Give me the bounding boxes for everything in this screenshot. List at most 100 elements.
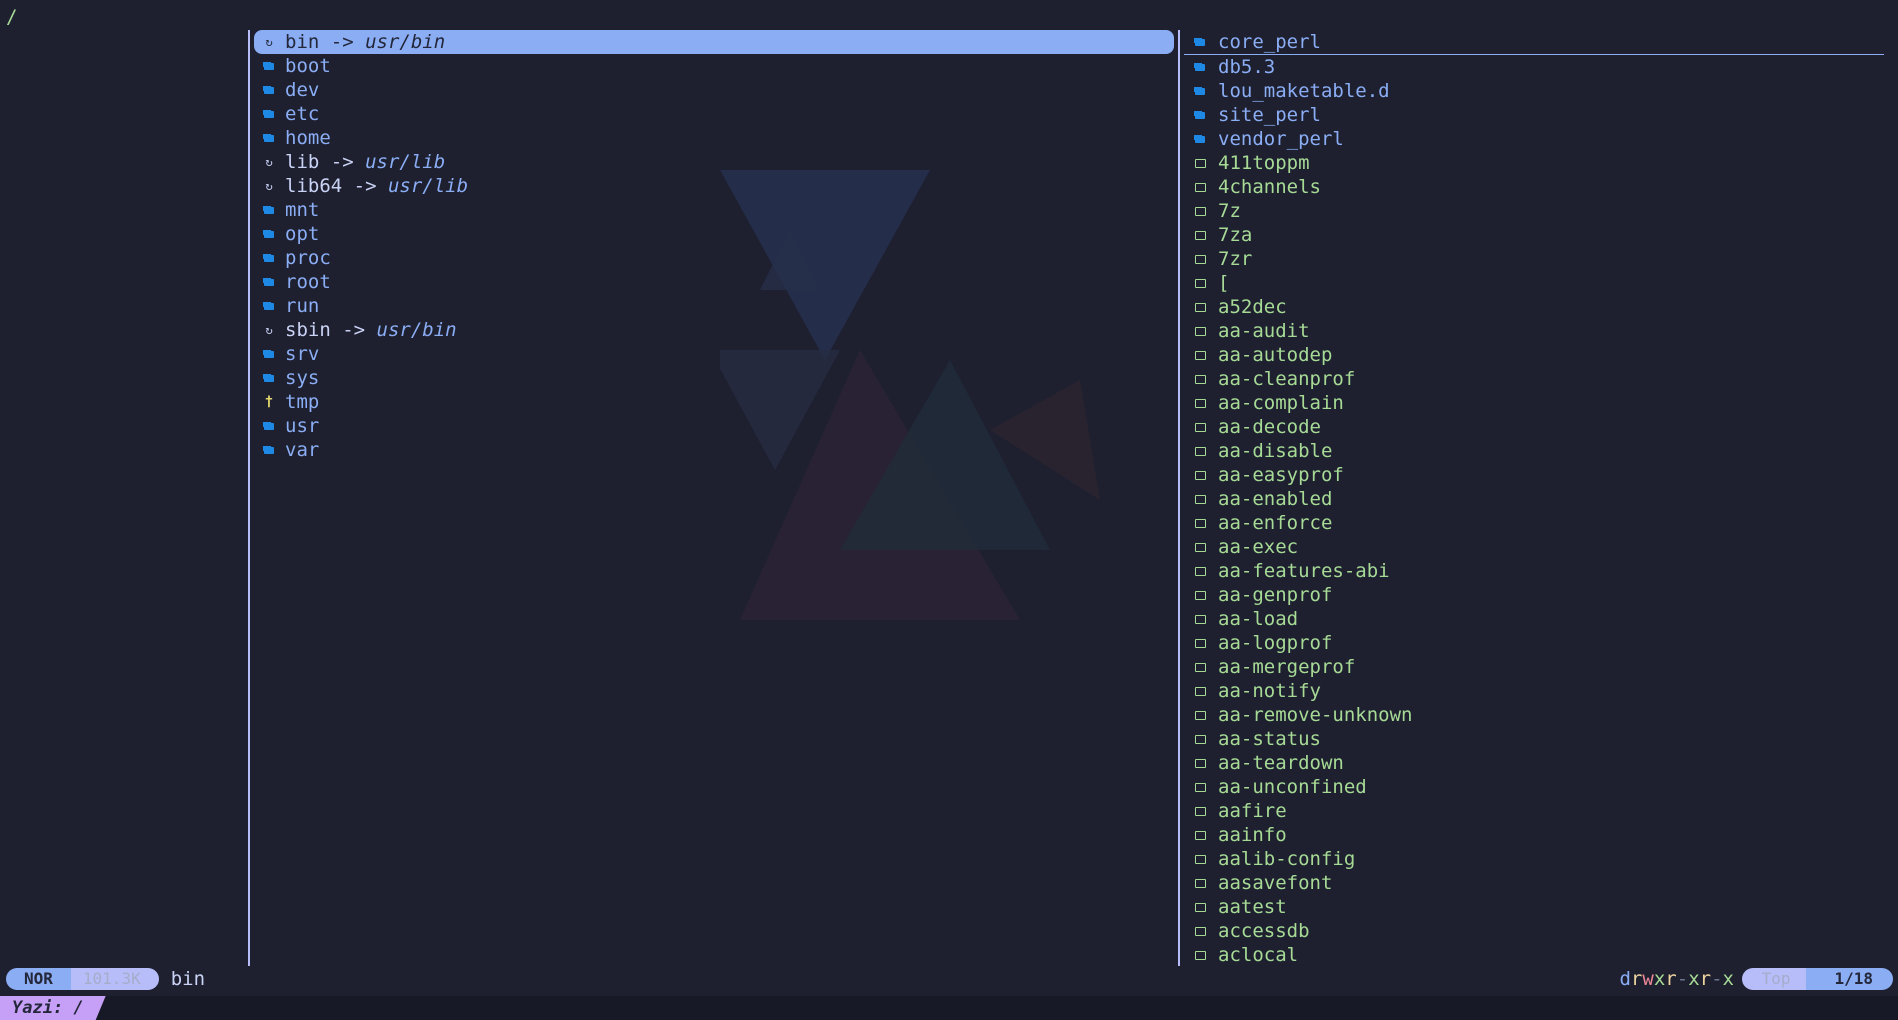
symlink-icon xyxy=(263,174,275,198)
pane-divider-left xyxy=(248,30,250,966)
file-entry-lib[interactable]: lib -> usr/lib xyxy=(254,150,1174,174)
preview-file-name: [ xyxy=(1218,272,1230,294)
file-entry-home[interactable]: home xyxy=(254,126,1174,150)
preview-file-name: aa-mergeprof xyxy=(1218,656,1356,678)
preview-entry-accessdb[interactable]: accessdb xyxy=(1184,919,1884,943)
executable-file-icon xyxy=(1194,391,1206,415)
preview-entry-core_perl[interactable]: core_perl xyxy=(1184,30,1884,55)
preview-file-name: aa-cleanprof xyxy=(1218,368,1356,390)
preview-entry-aa-cleanprof[interactable]: aa-cleanprof xyxy=(1184,367,1884,391)
pin-icon xyxy=(263,390,275,414)
preview-entry-aa-mergeprof[interactable]: aa-mergeprof xyxy=(1184,655,1884,679)
file-entry-bin[interactable]: bin -> usr/bin xyxy=(254,30,1174,54)
preview-entry-vendor_perl[interactable]: vendor_perl xyxy=(1184,127,1884,151)
position-indicator: Top 1/18 xyxy=(1741,968,1893,990)
preview-file-name: aa-teardown xyxy=(1218,752,1344,774)
preview-entry-aa-easyprof[interactable]: aa-easyprof xyxy=(1184,463,1884,487)
preview-entry-aatest[interactable]: aatest xyxy=(1184,895,1884,919)
preview-entry-aa-enabled[interactable]: aa-enabled xyxy=(1184,487,1884,511)
preview-entry-aa-teardown[interactable]: aa-teardown xyxy=(1184,751,1884,775)
file-entry-run[interactable]: run xyxy=(254,294,1174,318)
file-name: run xyxy=(285,295,320,317)
preview-entry-aa-audit[interactable]: aa-audit xyxy=(1184,319,1884,343)
executable-file-icon xyxy=(1194,343,1206,367)
file-entry-var[interactable]: var xyxy=(254,438,1174,462)
preview-entry-4channels[interactable]: 4channels xyxy=(1184,175,1884,199)
preview-entry-aclocal[interactable]: aclocal xyxy=(1184,943,1884,967)
preview-entry-aa-autodep[interactable]: aa-autodep xyxy=(1184,343,1884,367)
preview-entry-aa-complain[interactable]: aa-complain xyxy=(1184,391,1884,415)
permission-char: r xyxy=(1630,968,1643,990)
preview-entry-aa-remove-unknown[interactable]: aa-remove-unknown xyxy=(1184,703,1884,727)
preview-file-name: aainfo xyxy=(1218,824,1287,846)
mode-indicator: NOR xyxy=(6,968,71,990)
preview-entry-aalib-config[interactable]: aalib-config xyxy=(1184,847,1884,871)
file-entry-sbin[interactable]: sbin -> usr/bin xyxy=(254,318,1174,342)
file-name: sys xyxy=(285,367,320,389)
file-entry-tmp[interactable]: tmp xyxy=(254,390,1174,414)
preview-file-name: aa-load xyxy=(1218,608,1299,630)
file-entry-dev[interactable]: dev xyxy=(254,78,1174,102)
preview-entry-aa-genprof[interactable]: aa-genprof xyxy=(1184,583,1884,607)
folder-icon xyxy=(263,222,275,246)
file-entry-sys[interactable]: sys xyxy=(254,366,1174,390)
symlink-target: usr/lib xyxy=(387,175,469,197)
preview-file-name: aa-autodep xyxy=(1218,344,1333,366)
folder-icon xyxy=(263,78,275,102)
file-name: var xyxy=(285,439,320,461)
preview-file-name: vendor_perl xyxy=(1218,128,1344,150)
preview-entry-aa-notify[interactable]: aa-notify xyxy=(1184,679,1884,703)
current-path-header: / xyxy=(6,6,18,28)
preview-entry-aa-load[interactable]: aa-load xyxy=(1184,607,1884,631)
preview-entry-aa-enforce[interactable]: aa-enforce xyxy=(1184,511,1884,535)
executable-file-icon xyxy=(1194,607,1206,631)
preview-entry-aa-status[interactable]: aa-status xyxy=(1184,727,1884,751)
preview-entry-aa-logprof[interactable]: aa-logprof xyxy=(1184,631,1884,655)
permission-char: - xyxy=(1676,968,1689,990)
file-entry-srv[interactable]: srv xyxy=(254,342,1174,366)
preview-file-name: aa-enabled xyxy=(1218,488,1333,510)
preview-entry-lou_maketable.d[interactable]: lou_maketable.d xyxy=(1184,79,1884,103)
executable-file-icon xyxy=(1194,295,1206,319)
preview-entry-7zr[interactable]: 7zr xyxy=(1184,247,1884,271)
file-entry-boot[interactable]: boot xyxy=(254,54,1174,78)
permission-char: x xyxy=(1722,968,1734,990)
preview-entry-aainfo[interactable]: aainfo xyxy=(1184,823,1884,847)
symlink-arrow: -> xyxy=(330,319,377,341)
preview-entry-[[interactable]: [ xyxy=(1184,271,1884,295)
folder-icon xyxy=(263,294,275,318)
preview-file-name: aalib-config xyxy=(1218,848,1356,870)
executable-file-icon xyxy=(1194,367,1206,391)
preview-entry-aafire[interactable]: aafire xyxy=(1184,799,1884,823)
preview-entry-aasavefont[interactable]: aasavefont xyxy=(1184,871,1884,895)
executable-file-icon xyxy=(1194,223,1206,247)
executable-file-icon xyxy=(1194,871,1206,895)
preview-entry-aa-unconfined[interactable]: aa-unconfined xyxy=(1184,775,1884,799)
file-entry-usr[interactable]: usr xyxy=(254,414,1174,438)
file-entry-root[interactable]: root xyxy=(254,270,1174,294)
terminal-tab-title[interactable]: Yazi: / xyxy=(0,996,106,1020)
file-entry-etc[interactable]: etc xyxy=(254,102,1174,126)
preview-entry-411toppm[interactable]: 411toppm xyxy=(1184,151,1884,175)
preview-entry-site_perl[interactable]: site_perl xyxy=(1184,103,1884,127)
file-name: srv xyxy=(285,343,320,365)
preview-entry-a52dec[interactable]: a52dec xyxy=(1184,295,1884,319)
executable-file-icon xyxy=(1194,823,1206,847)
file-entry-proc[interactable]: proc xyxy=(254,246,1174,270)
executable-file-icon xyxy=(1194,511,1206,535)
file-entry-mnt[interactable]: mnt xyxy=(254,198,1174,222)
executable-file-icon xyxy=(1194,271,1206,295)
file-entry-opt[interactable]: opt xyxy=(254,222,1174,246)
symlink-arrow: -> xyxy=(342,175,388,197)
preview-entry-7z[interactable]: 7z xyxy=(1184,199,1884,223)
file-name: sbin xyxy=(285,319,331,341)
file-name: usr xyxy=(285,415,320,437)
preview-entry-db5.3[interactable]: db5.3 xyxy=(1184,55,1884,79)
executable-file-icon xyxy=(1194,943,1206,967)
preview-entry-aa-exec[interactable]: aa-exec xyxy=(1184,535,1884,559)
file-entry-lib64[interactable]: lib64 -> usr/lib xyxy=(254,174,1174,198)
preview-entry-aa-features-abi[interactable]: aa-features-abi xyxy=(1184,559,1884,583)
preview-entry-aa-disable[interactable]: aa-disable xyxy=(1184,439,1884,463)
preview-entry-7za[interactable]: 7za xyxy=(1184,223,1884,247)
preview-entry-aa-decode[interactable]: aa-decode xyxy=(1184,415,1884,439)
